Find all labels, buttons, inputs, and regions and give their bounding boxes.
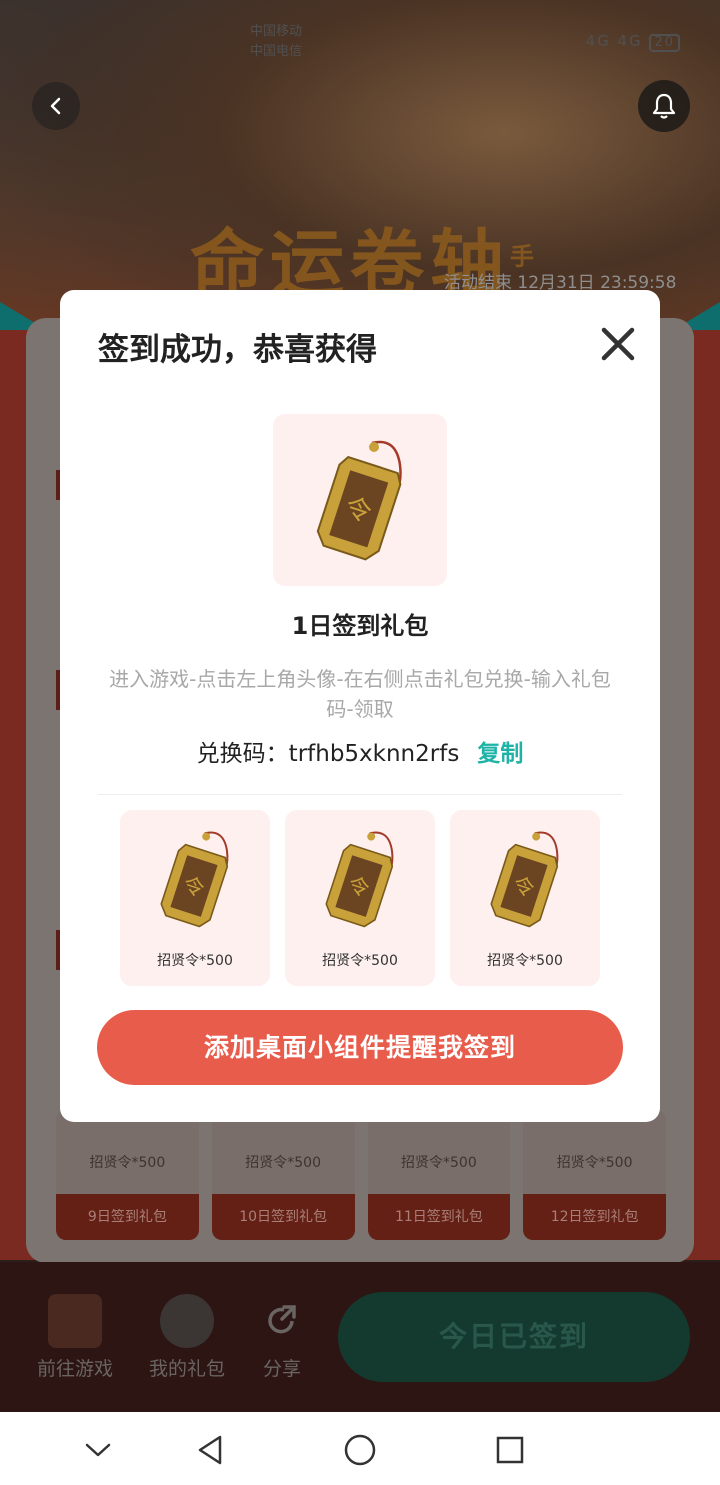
close-button[interactable] [598, 324, 638, 364]
main-prize-image: 令 [273, 414, 447, 586]
dialog-title: 签到成功，恭喜获得 [98, 332, 377, 368]
reward-items: 令 招贤令*500 令 招贤令*500 令 招贤令*500 [120, 810, 600, 986]
copy-button[interactable]: 复制 [477, 741, 523, 767]
sign-in-success-dialog: 签到成功，恭喜获得 令 1日签到礼包 进入游戏-点击左上角头像-在右侧点击礼包兑… [60, 290, 660, 1122]
code-value[interactable]: trfhb5xknn2rfs [289, 741, 460, 767]
close-icon [601, 327, 635, 361]
code-label: 兑换码： [196, 741, 289, 767]
reward-item: 令 招贤令*500 [120, 810, 270, 986]
redeem-code-row: 兑换码：trfhb5xknn2rfs 复制 [60, 734, 660, 768]
reward-item: 令 招贤令*500 [450, 810, 600, 986]
pack-name: 1日签到礼包 [291, 612, 429, 640]
divider [98, 794, 622, 795]
token-icon: 令 [305, 820, 415, 938]
reward-item: 令 招贤令*500 [285, 810, 435, 986]
token-icon: 令 [140, 820, 250, 938]
token-icon: 令 [316, 440, 402, 561]
add-widget-button[interactable]: 添加桌面小组件提醒我签到 [97, 1010, 623, 1085]
token-icon: 令 [470, 820, 580, 938]
redeem-instructions: 进入游戏-点击左上角头像-在右侧点击礼包兑换-输入礼包码-领取 [109, 667, 611, 721]
